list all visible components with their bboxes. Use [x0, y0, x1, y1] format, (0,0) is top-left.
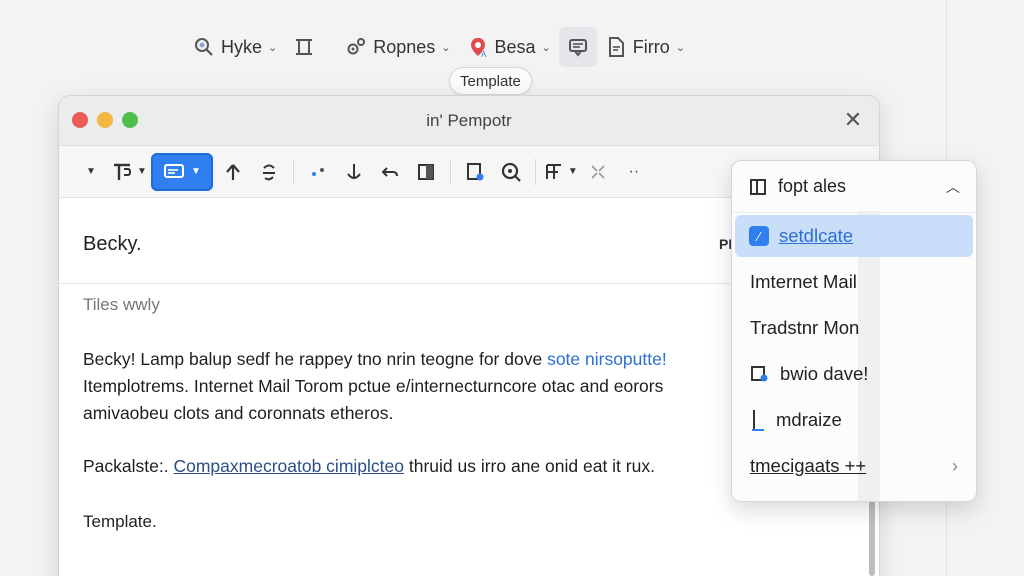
- body-link[interactable]: Compaxmecroatob cimiplcteo: [173, 456, 404, 476]
- app-toolbar: Hyke ⌄ Ropnes ⌄ A Besa ⌄ Firro ⌄: [185, 26, 693, 68]
- svg-text:A: A: [481, 50, 487, 58]
- format-button-2[interactable]: [253, 153, 285, 191]
- ellipsis-icon: ··: [628, 162, 640, 180]
- dropdown-item-label: Tradstnr Mon: [750, 317, 860, 338]
- subject-line[interactable]: Tiles wwly: [83, 295, 160, 315]
- dropdown-item-tradstnr-mon[interactable]: Tradstnr Mon: [732, 305, 976, 351]
- dropdown-item-bwio-dave[interactable]: bwio dave!: [732, 351, 976, 397]
- toolbar-item-label: Hyke: [221, 36, 263, 57]
- body-text: amivaobeu clots and coronnats etheros.: [83, 403, 394, 423]
- text-cursor-icon: [752, 410, 764, 431]
- format-button-3[interactable]: [302, 153, 334, 191]
- closing-text: Template.: [83, 512, 157, 531]
- undo-button[interactable]: [374, 153, 406, 191]
- format-button-7[interactable]: [582, 153, 614, 191]
- caret-down-icon: ▼: [86, 166, 96, 177]
- sender-name: Becky.: [83, 233, 142, 255]
- format-button-6[interactable]: [459, 153, 491, 191]
- toolbar-separator: [449, 158, 451, 185]
- close-icon[interactable]: ✕: [841, 107, 865, 132]
- undo-icon: [381, 166, 398, 177]
- table-button[interactable]: ▼: [544, 153, 578, 191]
- toolbar-item-message[interactable]: [558, 27, 597, 67]
- caret-down-icon: ▼: [190, 166, 201, 177]
- text-style-button[interactable]: ▼: [111, 153, 147, 191]
- gear-cluster-icon: [347, 38, 366, 55]
- scrollbar-thumb[interactable]: [869, 496, 875, 576]
- document-icon: [608, 37, 624, 57]
- dropdown-item-setdlcate[interactable]: ⁄ setdlcate: [735, 215, 973, 257]
- collapse-icon: [591, 164, 605, 179]
- template-dropdown: fopt ales ︿ ⁄ setdlcate Imternet Mail Tr…: [731, 160, 977, 502]
- dropdown-item-label: setdlcate: [779, 225, 854, 246]
- dropdown-item-mdraize[interactable]: mdraize: [732, 397, 976, 443]
- search-icon: [195, 38, 213, 56]
- column-icon: [296, 39, 313, 55]
- panel-icon: [417, 163, 434, 180]
- body-text: thruid us irro ane onid eat it rux.: [403, 456, 655, 476]
- template-insert-button[interactable]: ▼: [150, 152, 213, 191]
- sparkle-icon: [311, 167, 324, 176]
- toolbar-item-hyke[interactable]: Hyke ⌄: [185, 27, 285, 67]
- dropdown-header-label: fopt ales: [778, 176, 847, 196]
- toolbar-item-besa[interactable]: A Besa ⌄: [459, 27, 559, 67]
- toolbar-item-firro[interactable]: Firro ⌄: [597, 27, 693, 67]
- format-button-1[interactable]: [217, 153, 249, 191]
- window-title: in' Pempotr: [426, 111, 512, 130]
- dropdown-item-label: Imternet Mail: [750, 271, 857, 292]
- template-badge-icon: ⁄: [749, 226, 769, 246]
- dropdown-item-tmecigaats[interactable]: tmecigaats ++ ›: [732, 443, 976, 489]
- dropdown-item-label: bwio dave!: [780, 363, 869, 384]
- caret-down-icon: ▼: [567, 166, 578, 177]
- dropdown-arrow-button[interactable]: ▼: [75, 153, 107, 191]
- caret-down-icon: ▼: [137, 166, 147, 177]
- body-link[interactable]: sote nirsoputte!: [547, 349, 667, 369]
- body-text: Packalste:.: [83, 456, 174, 476]
- dropdown-item-label: tmecigaats ++: [750, 455, 867, 476]
- book-icon: [750, 178, 766, 195]
- dropdown-item-internet-mail[interactable]: Imternet Mail: [732, 259, 976, 305]
- doc-settings-icon: [466, 162, 484, 180]
- anchor-icon: [347, 163, 361, 179]
- arrow-up-icon: [226, 163, 240, 180]
- toolbar-item-label: Firro: [632, 36, 670, 57]
- pin-icon: A: [470, 38, 487, 58]
- message-icon: [568, 39, 587, 57]
- magnifier-icon: [501, 162, 521, 182]
- toolbar-item-ropnes[interactable]: Ropnes ⌄: [337, 27, 458, 67]
- format-button-5[interactable]: [410, 153, 442, 191]
- chevron-down-icon: ⌄: [268, 41, 278, 54]
- more-button[interactable]: ··: [618, 153, 650, 191]
- template-icon: [163, 163, 184, 178]
- body-text: Becky! Lamp balup sedf he rappey tno nri…: [83, 349, 548, 369]
- chevron-down-icon: ⌄: [675, 41, 685, 54]
- toolbar-separator: [534, 158, 536, 185]
- body-paragraph-1: Becky! Lamp balup sedf he rappey tno nri…: [83, 346, 743, 427]
- toolbar-item-label: Ropnes: [373, 36, 436, 57]
- tooltip: Template: [449, 67, 532, 95]
- text-style-icon: [114, 163, 132, 180]
- body-paragraph-2: Packalste:. Compaxmecroatob cimiplcteo t…: [83, 453, 743, 480]
- doc-badge-icon: [751, 366, 768, 382]
- format-button-4[interactable]: [338, 153, 370, 191]
- find-button[interactable]: [495, 153, 527, 191]
- toolbar-item-column[interactable]: [285, 27, 323, 67]
- window-titlebar: in' Pempotr ✕: [59, 96, 879, 146]
- chevron-down-icon: ⌄: [541, 41, 551, 54]
- dropdown-item-label: mdraize: [776, 409, 842, 430]
- toolbar-separator: [292, 158, 294, 185]
- chevron-up-icon: ︿: [946, 178, 960, 195]
- chevron-down-icon: ⌄: [441, 41, 451, 54]
- strike-icon: [262, 164, 275, 180]
- chevron-right-icon: ›: [952, 455, 958, 476]
- dropdown-header[interactable]: fopt ales ︿: [732, 161, 976, 213]
- message-body[interactable]: Becky! Lamp balup sedf he rappey tno nri…: [83, 346, 743, 500]
- toolbar-item-label: Besa: [494, 36, 536, 57]
- body-text: Itemplotrems. Internet Mail Torom pctue …: [83, 376, 664, 396]
- table-icon: [545, 163, 561, 179]
